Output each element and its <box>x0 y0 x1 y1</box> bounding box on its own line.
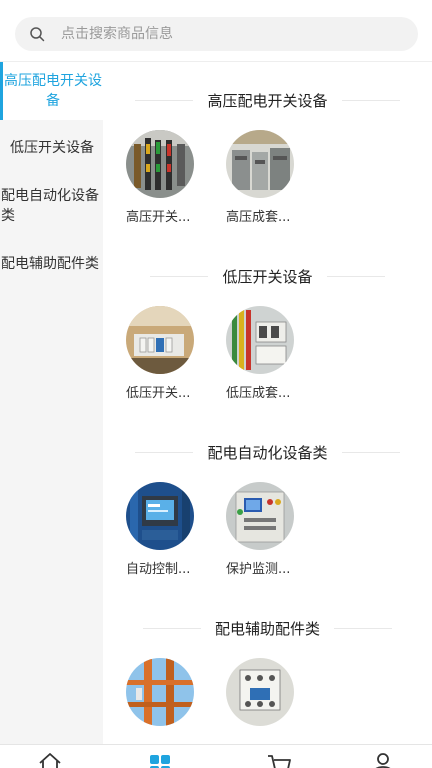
sidebar-item-label: 配电辅助配件类 <box>1 256 99 272</box>
product-item[interactable] <box>126 658 226 734</box>
category-sidebar: 高压配电开关设备 低压开关设备 配电自动化设备类 配电辅助配件类 <box>0 62 103 744</box>
section-header: 配电自动化设备类 <box>103 440 432 464</box>
user-icon[interactable] <box>370 751 396 768</box>
sidebar-item-high-voltage[interactable]: 高压配电开关设备 <box>0 62 103 120</box>
divider <box>142 627 201 629</box>
section-header: 配电辅助配件类 <box>103 616 432 640</box>
sidebar-item-low-voltage[interactable]: 低压开关设备 <box>0 120 103 176</box>
product-image <box>226 306 294 374</box>
bottom-tab-bar <box>0 744 432 768</box>
divider <box>341 99 400 101</box>
product-item[interactable]: 低压成套... <box>226 306 326 401</box>
product-item[interactable]: 自动控制... <box>126 482 226 577</box>
product-name: 高压成套... <box>226 210 291 225</box>
product-content: 高压配电开关设备 高压开关... 高压成套... 低压开关设备 低压开关... … <box>103 62 432 744</box>
sidebar-item-automation[interactable]: 配电自动化设备类 <box>0 176 103 236</box>
product-name: 保护监测... <box>226 562 291 577</box>
section-title: 配电辅助配件类 <box>214 619 320 638</box>
section-title: 配电自动化设备类 <box>207 443 328 462</box>
product-image <box>226 482 294 550</box>
product-image <box>126 658 194 726</box>
product-image <box>126 130 194 198</box>
sidebar-item-label: 高压配电开关设备 <box>4 73 102 109</box>
product-image <box>126 482 194 550</box>
section-title: 高压配电开关设备 <box>207 91 328 110</box>
product-name: 高压开关... <box>126 210 191 225</box>
product-name: 低压开关... <box>126 386 191 401</box>
divider <box>341 451 400 453</box>
product-item[interactable]: 低压开关... <box>126 306 226 401</box>
product-item[interactable]: 高压成套... <box>226 130 326 225</box>
product-item[interactable] <box>226 658 326 734</box>
section-title: 低压开关设备 <box>222 267 313 286</box>
section-header: 高压配电开关设备 <box>103 88 432 112</box>
product-image <box>226 130 294 198</box>
divider <box>326 275 385 277</box>
product-image <box>126 306 194 374</box>
divider <box>334 627 392 629</box>
category-icon[interactable] <box>148 751 174 768</box>
divider <box>135 451 194 453</box>
product-name: 低压成套... <box>226 386 291 401</box>
search-input[interactable] <box>61 26 381 42</box>
search-icon <box>30 27 45 42</box>
divider <box>135 99 194 101</box>
divider <box>150 275 209 277</box>
section-header: 低压开关设备 <box>103 264 432 288</box>
cart-icon[interactable] <box>266 751 292 768</box>
sidebar-item-accessories[interactable]: 配电辅助配件类 <box>0 236 103 292</box>
top-bar <box>0 0 432 62</box>
sidebar-item-label: 低压开关设备 <box>10 140 94 156</box>
home-icon[interactable] <box>37 751 63 768</box>
product-name: 自动控制... <box>126 562 191 577</box>
product-item[interactable]: 保护监测... <box>226 482 326 577</box>
sidebar-item-label: 配电自动化设备类 <box>1 188 99 224</box>
product-image <box>226 658 294 726</box>
product-item[interactable]: 高压开关... <box>126 130 226 225</box>
search-bar[interactable] <box>15 17 418 51</box>
